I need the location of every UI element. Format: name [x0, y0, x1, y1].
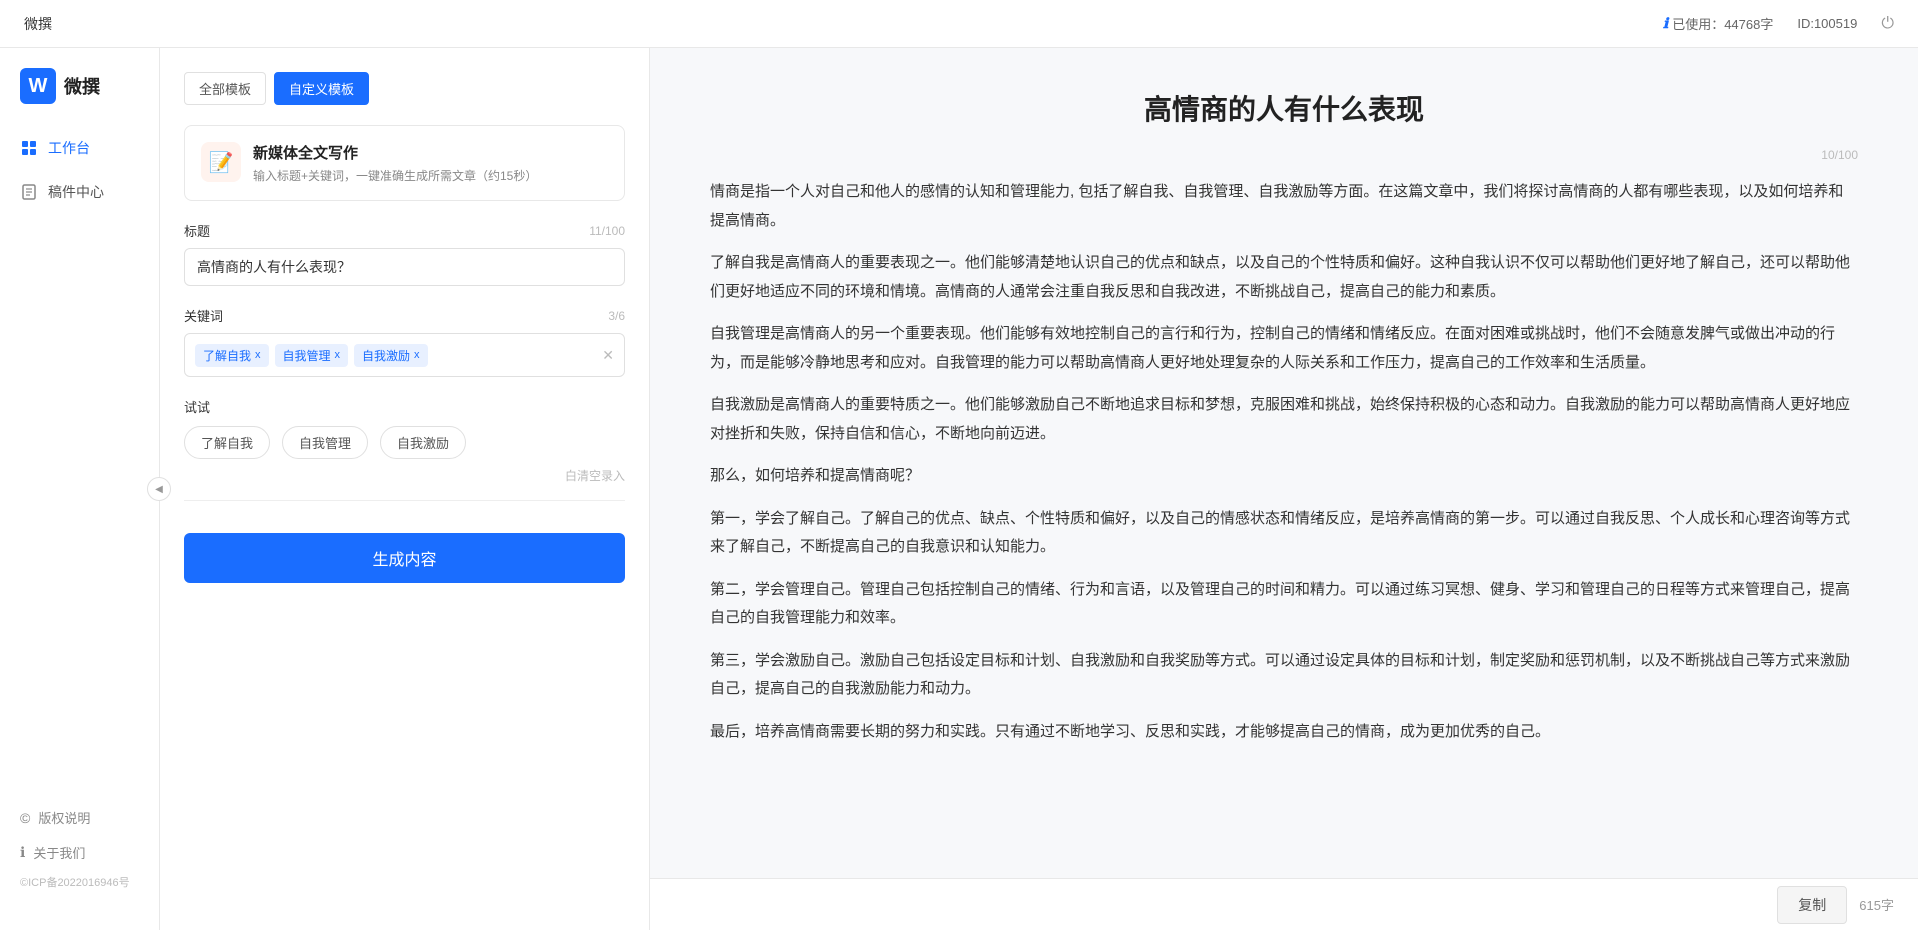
article-paragraph-1: 了解自我是高情商人的重要表现之一。他们能够清楚地认识自己的优点和缺点，以及自己的… — [710, 249, 1858, 306]
right-panel: 高情商的人有什么表现 10/100 情商是指一个人对自己和他人的感情的认知和管理… — [650, 48, 1918, 930]
template-tabs: 全部模板 自定义模板 — [184, 72, 625, 105]
header-title: 微撰 — [24, 14, 52, 34]
tab-all[interactable]: 全部模板 — [184, 72, 266, 105]
article-paragraph-0: 情商是指一个人对自己和他人的感情的认知和管理能力, 包括了解自我、自我管理、自我… — [710, 178, 1858, 235]
keyword-tag-0[interactable]: 了解自我 x — [195, 344, 269, 367]
word-count: 615字 — [1859, 895, 1894, 914]
article-counter: 10/100 — [710, 148, 1858, 162]
try-section: 试试 了解自我 自我管理 自我激励 白清空录入 — [184, 397, 625, 484]
header-right: ℹ 已使用：44768字 ID:100519 ⏻ — [1663, 14, 1894, 33]
card-title: 新媒体全文写作 — [253, 142, 537, 163]
article-body: 情商是指一个人对自己和他人的感情的认知和管理能力, 包括了解自我、自我管理、自我… — [710, 178, 1858, 746]
try-chip-1[interactable]: 自我管理 — [282, 426, 368, 459]
copyright-icon: © — [20, 810, 30, 826]
workbench-icon — [20, 139, 38, 157]
title-counter: 11/100 — [589, 224, 625, 238]
main-content: 全部模板 自定义模板 📝 新媒体全文写作 输入标题+关键词，一键准确生成所需文章… — [160, 48, 1918, 930]
sidebar-item-drafts[interactable]: 稿件中心 — [0, 172, 159, 212]
sidebar-nav: 工作台 稿件中心 — [0, 128, 159, 212]
logo: W 微撰 — [0, 68, 159, 128]
usage-icon: ℹ — [1663, 15, 1668, 32]
try-chip-2[interactable]: 自我激励 — [380, 426, 466, 459]
icp-text: ©ICP备2022016946号 — [0, 870, 159, 894]
logo-icon: W — [20, 68, 56, 104]
keywords-clear-btn[interactable]: ✕ — [602, 347, 614, 364]
workbench-label: 工作台 — [48, 138, 90, 158]
try-chip-0[interactable]: 了解自我 — [184, 426, 270, 459]
usage-text: 已使用：44768字 — [1672, 14, 1773, 33]
keyword-tag-1[interactable]: 自我管理 x — [275, 344, 349, 367]
keywords-counter: 3/6 — [608, 309, 625, 323]
article-paragraph-8: 最后，培养高情商需要长期的努力和实践。只有通过不断地学习、反思和实践，才能够提高… — [710, 718, 1858, 747]
article-title: 高情商的人有什么表现 — [710, 88, 1858, 128]
power-icon[interactable]: ⏻ — [1881, 15, 1894, 33]
try-clear[interactable]: 白清空录入 — [184, 467, 625, 484]
keyword-remove-1[interactable]: x — [335, 349, 341, 361]
drafts-label: 稿件中心 — [48, 182, 104, 202]
article-paragraph-6: 第二，学会管理自己。管理自己包括控制自己的情绪、行为和言语，以及管理自己的时间和… — [710, 576, 1858, 633]
try-label: 试试 — [184, 397, 625, 416]
logo-text: 微撰 — [64, 73, 100, 99]
article-paragraph-7: 第三，学会激励自己。激励自己包括设定目标和计划、自我激励和自我奖励等方式。可以通… — [710, 647, 1858, 704]
keyword-tag-2[interactable]: 自我激励 x — [354, 344, 428, 367]
article-paragraph-2: 自我管理是高情商人的另一个重要表现。他们能够有效地控制自己的言行和行为，控制自己… — [710, 320, 1858, 377]
title-label: 标题 11/100 — [184, 221, 625, 240]
card-icon: 📝 — [201, 142, 241, 182]
copy-button[interactable]: 复制 — [1777, 886, 1847, 924]
sidebar: W 微撰 工作台 — [0, 48, 160, 930]
preview-area: 高情商的人有什么表现 10/100 情商是指一个人对自己和他人的感情的认知和管理… — [650, 48, 1918, 878]
template-card[interactable]: 📝 新媒体全文写作 输入标题+关键词，一键准确生成所需文章（约15秒） — [184, 125, 625, 201]
keyword-remove-2[interactable]: x — [414, 349, 420, 361]
keywords-label: 关键词 3/6 — [184, 306, 625, 325]
header-id: ID:100519 — [1797, 16, 1857, 31]
about-icon: ℹ — [20, 844, 25, 861]
sidebar-item-about[interactable]: ℹ 关于我们 — [0, 835, 159, 870]
keyword-remove-0[interactable]: x — [255, 349, 261, 361]
preview-bottom: 复制 615字 — [650, 878, 1918, 930]
about-label: 关于我们 — [33, 843, 85, 862]
drafts-icon — [20, 183, 38, 201]
title-group: 标题 11/100 — [184, 221, 625, 286]
header: 微撰 ℹ 已使用：44768字 ID:100519 ⏻ — [0, 0, 1918, 48]
card-desc: 输入标题+关键词，一键准确生成所需文章（约15秒） — [253, 167, 537, 184]
left-panel: 全部模板 自定义模板 📝 新媒体全文写作 输入标题+关键词，一键准确生成所需文章… — [160, 48, 650, 930]
collapse-arrow[interactable]: ◀ — [147, 477, 171, 501]
keywords-container[interactable]: 了解自我 x 自我管理 x 自我激励 x ✕ — [184, 333, 625, 377]
header-usage: ℹ 已使用：44768字 — [1663, 14, 1773, 33]
body-container: W 微撰 工作台 — [0, 48, 1918, 930]
article-paragraph-5: 第一，学会了解自己。了解自己的优点、缺点、个性特质和偏好，以及自己的情感状态和情… — [710, 505, 1858, 562]
title-input[interactable] — [184, 248, 625, 286]
article-paragraph-3: 自我激励是高情商人的重要特质之一。他们能够激励自己不断地追求目标和梦想，克服困难… — [710, 391, 1858, 448]
sidebar-bottom: © 版权说明 ℹ 关于我们 ©ICP备2022016946号 — [0, 784, 159, 910]
generate-button[interactable]: 生成内容 — [184, 533, 625, 583]
tab-custom[interactable]: 自定义模板 — [274, 72, 369, 105]
card-content: 新媒体全文写作 输入标题+关键词，一键准确生成所需文章（约15秒） — [253, 142, 537, 184]
sidebar-item-copyright[interactable]: © 版权说明 — [0, 800, 159, 835]
keywords-group: 关键词 3/6 了解自我 x 自我管理 x 自我激励 x — [184, 306, 625, 377]
copyright-label: 版权说明 — [38, 808, 90, 827]
try-chips: 了解自我 自我管理 自我激励 — [184, 426, 625, 459]
article-paragraph-4: 那么，如何培养和提高情商呢？ — [710, 462, 1858, 491]
sidebar-item-workbench[interactable]: 工作台 — [0, 128, 159, 168]
